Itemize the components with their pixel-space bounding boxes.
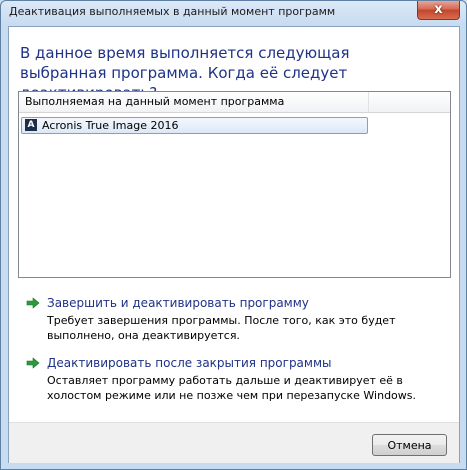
- green-arrow-icon: [26, 357, 40, 369]
- dialog-content: В данное время выполняется следующая выб…: [8, 26, 460, 463]
- option-description: Требует завершения программы. После того…: [47, 314, 396, 342]
- close-icon: x: [434, 2, 443, 17]
- cancel-button[interactable]: Отмена: [372, 434, 447, 456]
- list-item-label: Acronis True Image 2016: [42, 119, 179, 132]
- running-programs-list[interactable]: Выполняемая на данный момент программа A…: [18, 91, 451, 278]
- option-title[interactable]: Завершить и деактивировать программу: [47, 295, 309, 311]
- option-title[interactable]: Деактивировать после закрытия программы: [47, 355, 332, 371]
- close-button[interactable]: x: [417, 1, 460, 20]
- green-arrow-icon: [26, 297, 40, 309]
- list-item[interactable]: A Acronis True Image 2016: [21, 117, 368, 134]
- acronis-app-icon: A: [25, 119, 37, 131]
- column-header-program[interactable]: Выполняемая на данный момент программа: [19, 92, 369, 112]
- dialog-window: Деактивация выполняемых в данный момент …: [0, 0, 467, 470]
- list-header: Выполняемая на данный момент программа: [19, 92, 450, 113]
- option-description: Оставляет программу работать дальше и де…: [47, 374, 417, 402]
- window-title: Деактивация выполняемых в данный момент …: [9, 5, 336, 18]
- dialog-footer: Отмена: [9, 422, 459, 463]
- title-bar[interactable]: Деактивация выполняемых в данный момент …: [1, 1, 466, 25]
